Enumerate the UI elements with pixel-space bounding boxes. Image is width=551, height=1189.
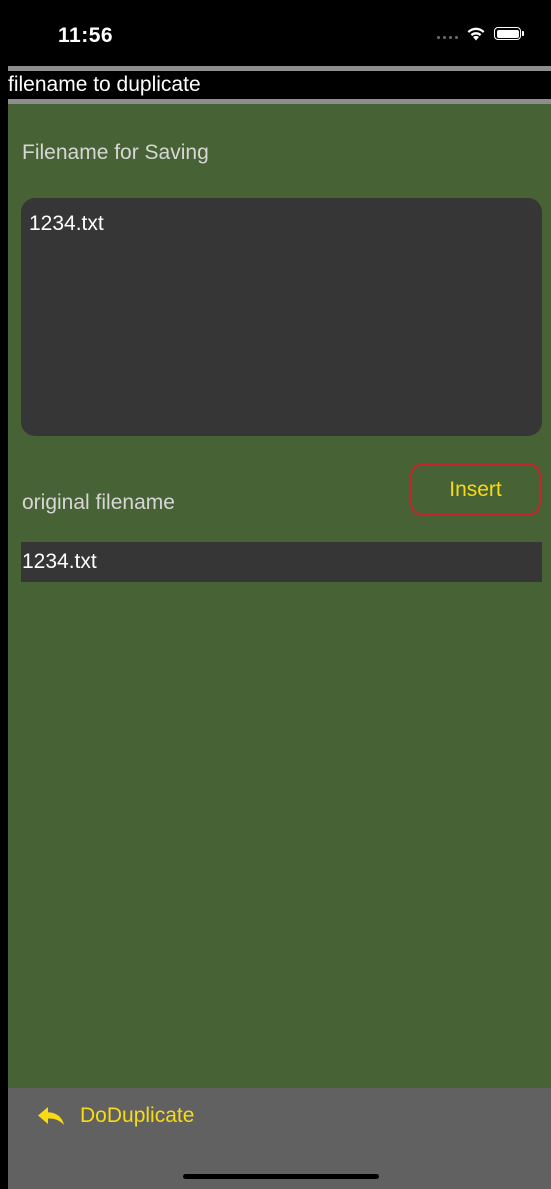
saving-filename-textarea[interactable]: 1234.txt [21,198,542,436]
battery-icon [494,27,524,40]
page-title: filename to duplicate [8,71,551,99]
wifi-icon [467,27,485,41]
status-bar: 11:56 [0,0,551,66]
do-duplicate-label: DoDuplicate [80,1104,195,1127]
window-edge [0,66,8,1189]
original-filename-label: original filename [22,491,175,514]
original-filename-field: 1234.txt [21,542,542,582]
do-duplicate-button[interactable]: DoDuplicate [36,1104,194,1128]
status-time: 11:56 [58,24,114,47]
insert-button[interactable]: Insert [410,463,541,516]
home-indicator[interactable] [183,1174,379,1179]
saving-filename-label: Filename for Saving [22,141,209,164]
bottom-toolbar: DoDuplicate [8,1088,551,1189]
status-indicators [437,26,524,41]
reply-arrow-icon [38,1107,64,1125]
signal-icon [437,36,458,39]
